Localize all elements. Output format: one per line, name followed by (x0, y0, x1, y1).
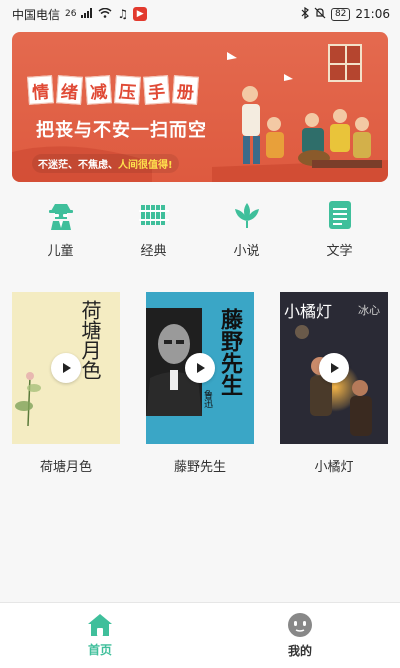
play-button[interactable] (51, 353, 81, 383)
book-card-xiaojudeng[interactable]: 小橘灯 冰心 小橘灯 (280, 292, 388, 475)
battery-level: 82 (330, 7, 351, 21)
carrier-label: 中国电信 (12, 7, 61, 22)
banner-subtitle: 把丧与不安一扫而空 (36, 120, 207, 141)
status-right: 82 21:06 (301, 6, 390, 22)
bottom-tab-bar: 首页 我的 (0, 602, 400, 668)
child-spy-icon (46, 200, 76, 230)
headline-char: 手 (143, 75, 170, 105)
profile-face-icon (288, 613, 312, 637)
play-button[interactable] (319, 353, 349, 383)
headline-char: 压 (114, 75, 141, 105)
banner-headline: 情 绪 减 压 手 册 (27, 75, 199, 105)
wifi-icon (98, 7, 112, 21)
status-bar: 中国电信 26 ♫ ▶ 82 21:06 (0, 0, 400, 28)
play-button[interactable] (185, 353, 215, 383)
tab-home[interactable]: 首页 (0, 603, 200, 668)
category-children[interactable]: 儿童 (31, 200, 91, 259)
lotus-icon (232, 200, 262, 230)
headline-char: 册 (172, 75, 199, 105)
mute-bell-icon (314, 7, 326, 22)
book-card-hetang[interactable]: 荷塘月色 荷塘月色 (12, 292, 120, 475)
tab-label: 我的 (287, 644, 312, 658)
clock: 21:06 (355, 7, 390, 21)
category-label: 文学 (326, 244, 353, 259)
category-row: 儿童 经典 小说 文学 (0, 200, 400, 259)
app-notification-icon: ▶ (133, 7, 148, 21)
play-icon (63, 363, 71, 373)
banner-tagline-highlight: 人间很值得! (118, 160, 173, 171)
play-icon (197, 363, 205, 373)
book-cover[interactable]: 藤野先生 鲁迅 (146, 292, 254, 444)
cover-author: 冰心 (358, 304, 380, 317)
banner-tagline: 不迷茫、不焦虑、人间很值得! (32, 154, 179, 173)
book-cover[interactable]: 荷塘月色 (12, 292, 120, 444)
network-badge: 26 (65, 9, 77, 19)
bluetooth-icon (301, 6, 309, 22)
tab-profile[interactable]: 我的 (200, 603, 400, 668)
cover-title: 藤野先生 (217, 308, 243, 396)
headline-char: 绪 (56, 75, 83, 105)
status-left: 中国电信 26 ♫ ▶ (12, 6, 148, 23)
category-label: 小说 (233, 244, 260, 259)
signal-icon (81, 7, 93, 21)
cover-title: 小橘灯 (284, 302, 333, 321)
headline-char: 减 (85, 75, 112, 105)
category-novels[interactable]: 小说 (217, 200, 277, 259)
book-title: 小橘灯 (314, 460, 354, 475)
play-icon (331, 363, 339, 373)
cover-author: 鲁迅 (202, 390, 212, 408)
category-label: 经典 (140, 244, 167, 259)
music-icon: ♫ (117, 7, 129, 21)
bamboo-scroll-icon (138, 200, 169, 230)
book-list: 荷塘月色 荷塘月色 藤野先生 鲁迅 藤野先生 小橘灯 冰心 小橘灯 (12, 292, 388, 475)
document-icon (325, 200, 355, 230)
tab-label: 首页 (87, 643, 112, 657)
banner-tagline-prefix: 不迷茫、不焦虑、 (38, 160, 118, 171)
category-label: 儿童 (47, 244, 74, 259)
promo-banner[interactable]: 情 绪 减 压 手 册 把丧与不安一扫而空 不迷茫、不焦虑、人间很值得! (12, 32, 388, 182)
book-title: 藤野先生 (173, 460, 226, 475)
headline-char: 情 (27, 75, 54, 105)
category-literature[interactable]: 文学 (310, 200, 370, 259)
category-classics[interactable]: 经典 (124, 200, 184, 259)
home-icon (88, 614, 112, 636)
book-cover[interactable]: 小橘灯 冰心 (280, 292, 388, 444)
lotus-leaf-illustration (15, 372, 41, 426)
book-card-tengye[interactable]: 藤野先生 鲁迅 藤野先生 (146, 292, 254, 475)
book-title: 荷塘月色 (39, 460, 92, 475)
banner-window-graphic (328, 44, 362, 82)
